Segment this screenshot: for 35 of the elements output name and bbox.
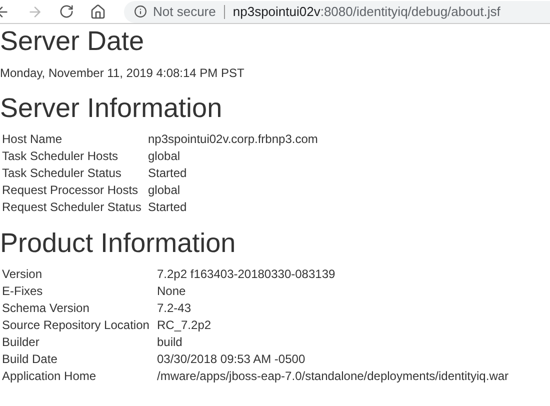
section-heading: Server Date (0, 26, 146, 56)
field-label: Request Scheduler Status (2, 199, 142, 216)
section-heading: Server Information (0, 93, 224, 123)
address-bar[interactable]: Not secure np3spointui02v:8080/identityiq/debug/about.jsf (124, 0, 550, 22)
field-label: Builder (2, 334, 40, 351)
info-icon[interactable] (134, 5, 147, 18)
field-value: 7.2p2 f163403-20180330-083139 (157, 266, 336, 283)
field-label: Source Repository Location (2, 317, 150, 334)
field-label: Task Scheduler Hosts (2, 148, 120, 165)
reload-icon[interactable] (59, 4, 74, 19)
field-label: Task Scheduler Status (2, 165, 122, 182)
field-value: /mware/apps/jboss-eap-7.0/standalone/deployments/identityiq.war (157, 368, 510, 385)
field-value: 7.2-43 (157, 300, 192, 317)
url-host: np3spointui02v (232, 2, 320, 21)
url-path: :8080/identityiq/debug/about.jsf (320, 2, 500, 21)
field-value: None (157, 283, 187, 300)
field-label: Schema Version (2, 300, 90, 317)
field-value: np3spointui02v.corp.frbnp3.com (148, 131, 319, 148)
field-label: Application Home (2, 368, 98, 385)
field-value: RC_7.2p2 (157, 317, 212, 334)
home-icon[interactable] (90, 4, 106, 20)
field-label: E-Fixes (2, 283, 44, 300)
security-label: Not secure (153, 2, 216, 21)
field-label: Request Processor Hosts (2, 182, 140, 199)
field-value: Started (148, 199, 188, 216)
server-date: Monday, November 11, 2019 4:08:14 PM PST (0, 66, 246, 81)
section-heading: Product Information (0, 228, 237, 258)
field-value: global (148, 148, 182, 165)
field-label: Build Date (2, 351, 58, 368)
field-value: global (148, 182, 182, 199)
field-label: Host Name (2, 131, 64, 148)
field-value: Started (148, 165, 188, 182)
field-label: Version (2, 266, 44, 283)
field-value: 03/30/2018 09:53 AM -0500 (157, 351, 306, 368)
field-value: build (157, 334, 184, 351)
